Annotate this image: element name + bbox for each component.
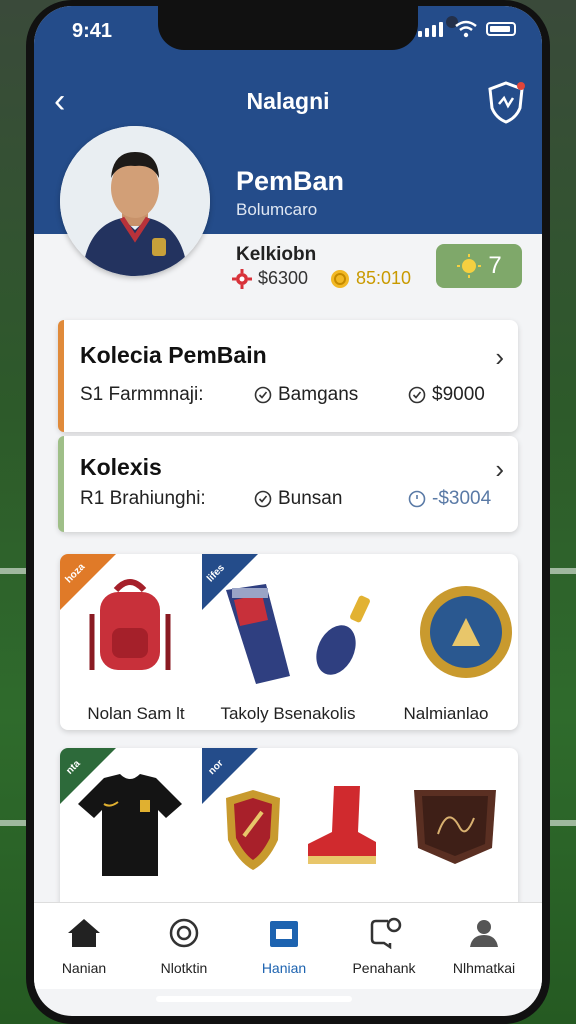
card-accent [58,320,64,432]
bottom-nav: Nanian Nlotktin Hanian Penahank Nlhmatka… [34,902,542,989]
card-right: -$3004 [408,488,491,510]
chevron-right-icon: › [495,454,504,484]
card-left-text: R1 Brahiunghi: [80,488,206,509]
chat-icon [370,917,402,950]
item-grid: nta nor [60,748,518,918]
nav-home[interactable]: Nanian [34,917,134,976]
nav-label: Nanian [61,960,107,976]
avatar[interactable] [60,126,210,276]
signal-icon [418,22,443,37]
item-label: Nalmianlao [403,704,489,723]
nav-label: Penahank [352,960,416,976]
nav-label: Hanian [261,960,307,976]
sun-icon [457,254,482,278]
collection-card[interactable]: Kolecia PemBain › S1 Farmmnaji: Bamgans … [58,320,518,432]
card-mid: Bamgans [254,384,358,406]
coin-icon [331,269,349,288]
nav-label: Nlotktin [160,960,208,976]
check-circle-icon [254,386,272,404]
player-name: PemBan [236,166,345,196]
badge-value: 7 [488,252,502,279]
nav-chat[interactable]: Penahank [334,917,434,976]
nav-label: Nlhmatkai [452,960,516,976]
nav-store[interactable]: Hanian [234,917,334,976]
target-icon [169,918,199,948]
gold-stat: 85:010 [330,268,411,289]
stats-label: Kelkiobn [236,244,317,265]
item-label: Takoly Bsenakolis [220,704,356,723]
card-mid-text: Bamgans [278,384,359,405]
check-circle-icon [408,386,426,404]
clock-icon [408,490,426,508]
wifi-icon [455,20,477,38]
gear-icon [232,268,252,289]
nav-profile[interactable]: Nlhmatkai [434,917,534,976]
card-right-text: -$3004 [432,488,492,509]
store-icon [270,921,298,947]
backpack-icon[interactable] [82,574,178,684]
page-title: Nalagni [246,88,330,114]
item-grid: hoza lifes Nolan Sam lt Takoly Bsenakoli… [60,554,518,730]
card-mid-text: Bunsan [278,488,343,509]
card-right-text: $9000 [432,384,485,405]
shield-icon[interactable] [486,80,526,124]
nav-target[interactable]: Nlotktin [134,917,234,976]
crest-icon[interactable] [218,782,288,874]
player-subtitle: Bolumcaro [236,200,318,219]
status-time: 9:41 [72,20,113,42]
stat1-value: $6300 [258,268,309,288]
card-left-text: S1 Farmmnaji: [80,384,204,405]
card-title: Kolecia PemBain [80,342,267,368]
home-indicator [156,996,352,1002]
check-circle-icon [254,490,272,508]
coin-stat: $6300 [232,268,308,289]
stat2-value: 85:010 [356,268,412,288]
card-accent [58,436,64,532]
jersey-icon[interactable] [74,770,186,880]
collection-card[interactable]: Kolexis › R1 Brahiunghi: Bunsan -$3004 [58,436,518,532]
card-mid: Bunsan [254,488,342,510]
chevron-right-icon: › [495,342,504,372]
battery-icon [486,22,516,36]
notch [158,6,458,50]
home-icon [68,919,100,947]
level-badge[interactable]: 7 [436,244,522,288]
app-screen: 9:41 ‹ Nalagni PemBan Bolumcaro Kelkiobn [34,6,542,1016]
trophy-bottle-icon[interactable] [310,594,380,680]
card-right: $9000 [408,384,485,406]
medal-icon[interactable] [416,582,516,682]
item-label: Nolan Sam lt [87,704,185,723]
shin-guard-icon[interactable] [216,580,300,688]
card-title: Kolexis [80,454,162,480]
profile-icon [470,920,498,947]
plaque-icon[interactable] [408,784,502,868]
boot-icon[interactable] [304,782,380,868]
